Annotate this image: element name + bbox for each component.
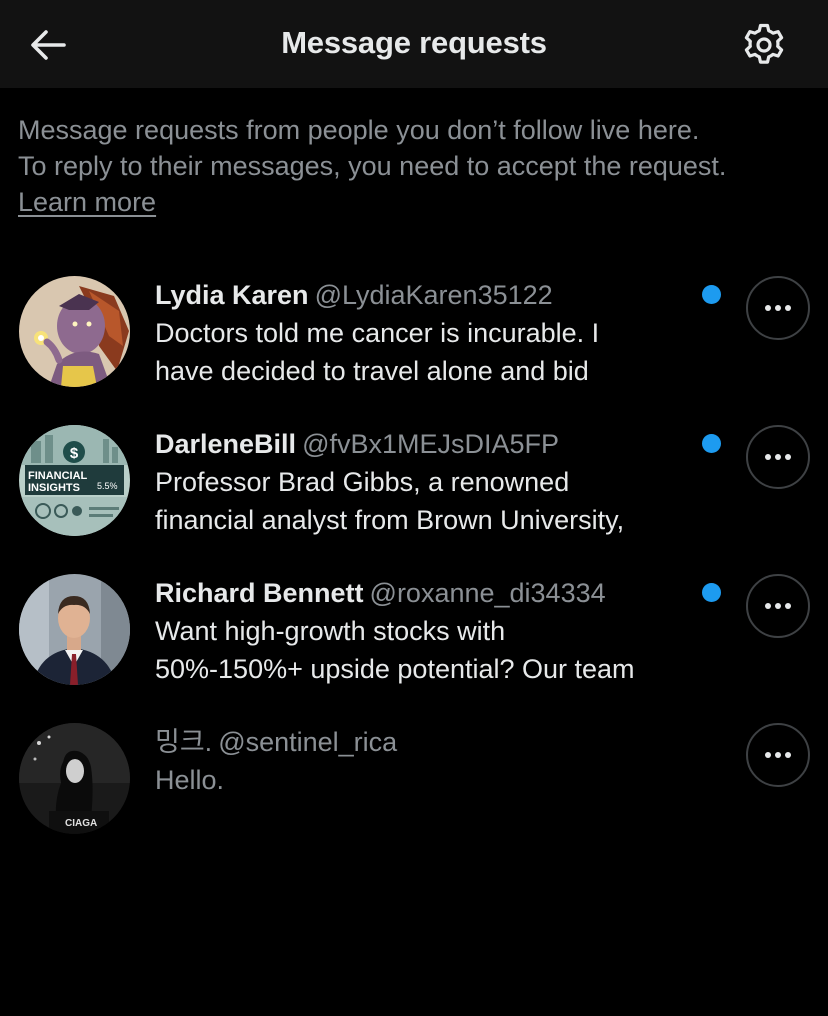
intro-line-2: To reply to their messages, you need to … xyxy=(18,151,727,181)
message-preview: Professor Brad Gibbs, a renowned financi… xyxy=(155,467,625,535)
message-preview: Doctors told me cancer is incurable. I h… xyxy=(155,318,600,386)
message-request-row[interactable]: $ FINANCIAL INSIGHTS 5.5% DarleneBill @fv… xyxy=(0,425,828,565)
sender-handle: @roxanne_di34334 xyxy=(369,578,606,608)
gear-icon[interactable] xyxy=(740,21,788,69)
more-options-button[interactable] xyxy=(746,425,810,489)
sender-name: Lydia Karen xyxy=(155,280,309,310)
sender-handle: @fvBx1MEJsDIA5FP xyxy=(302,429,560,459)
avatar[interactable]: $ FINANCIAL INSIGHTS 5.5% xyxy=(19,425,130,536)
more-options-button[interactable] xyxy=(746,574,810,638)
svg-text:5.5%: 5.5% xyxy=(97,481,118,491)
svg-text:CIAGA: CIAGA xyxy=(65,818,97,829)
avatar[interactable] xyxy=(19,574,130,685)
message-request-row[interactable]: Richard Bennett @roxanne_di34334 Want hig… xyxy=(0,574,828,714)
unread-dot-icon xyxy=(702,434,721,453)
page-title: Message requests xyxy=(281,25,547,60)
message-preview: Want high-growth stocks with 50%-150%+ u… xyxy=(155,616,635,684)
intro-line-1: Message requests from people you don’t f… xyxy=(18,115,700,145)
avatar[interactable]: CIAGA xyxy=(19,723,130,834)
unread-dot-icon xyxy=(702,285,721,304)
top-app-bar: Message requests xyxy=(0,0,828,88)
sender-name: Richard Bennett xyxy=(155,578,364,608)
svg-text:$: $ xyxy=(70,445,79,462)
unread-dot-icon xyxy=(702,583,721,602)
message-request-row[interactable]: CIAGA 밍크. @sentinel_rica Hello. xyxy=(0,723,828,863)
intro-text: Message requests from people you don’t f… xyxy=(18,112,818,220)
learn-more-link[interactable]: Learn more xyxy=(18,187,156,217)
more-options-button[interactable] xyxy=(746,723,810,787)
svg-text:INSIGHTS: INSIGHTS xyxy=(28,482,80,494)
sender-name: DarleneBill xyxy=(155,429,297,459)
more-options-button[interactable] xyxy=(746,276,810,340)
svg-text:FINANCIAL: FINANCIAL xyxy=(28,470,88,482)
sender-handle: @LydiaKaren35122 xyxy=(314,280,553,310)
sender-name: 밍크. xyxy=(155,727,213,757)
message-preview: Hello. xyxy=(155,765,225,795)
avatar[interactable] xyxy=(19,276,130,387)
sender-handle: @sentinel_rica xyxy=(218,727,398,757)
message-request-row[interactable]: Lydia Karen @LydiaKaren35122 Doctors told… xyxy=(0,276,828,416)
